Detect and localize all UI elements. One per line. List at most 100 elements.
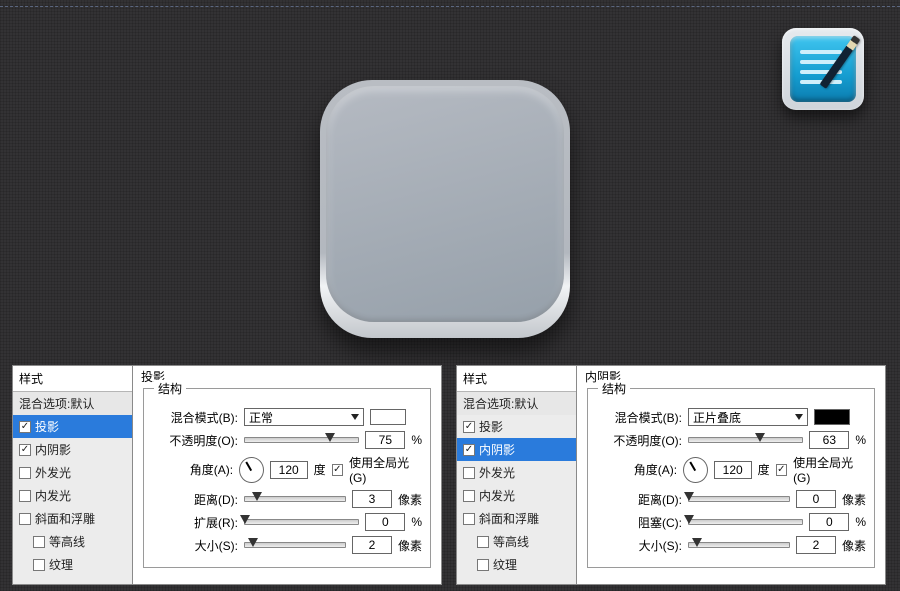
style-row-label: 斜面和浮雕 bbox=[479, 510, 539, 527]
icon-base-metal bbox=[320, 80, 570, 338]
style-row-drop-shadow[interactable]: 投影 bbox=[13, 415, 132, 438]
label-distance: 距离(D): bbox=[596, 491, 682, 508]
checkbox-bevel[interactable] bbox=[463, 513, 475, 525]
checkbox-drop-shadow[interactable] bbox=[463, 421, 475, 433]
styles-list: 样式混合选项:默认投影内阴影外发光内发光斜面和浮雕等高线纹理 bbox=[13, 366, 133, 584]
opacity-slider[interactable] bbox=[688, 437, 803, 443]
unit-degree: 度 bbox=[314, 461, 326, 478]
style-row-contour[interactable]: 等高线 bbox=[457, 530, 576, 553]
slider-thumb[interactable] bbox=[252, 492, 262, 501]
chevron-down-icon bbox=[795, 414, 803, 420]
row-blend-mode: 混合模式(B): 正片叠底 bbox=[596, 408, 866, 426]
distance-slider[interactable] bbox=[244, 496, 346, 502]
spread-input[interactable]: 0 bbox=[365, 513, 405, 531]
style-row-label: 外发光 bbox=[35, 464, 71, 481]
style-row-contour[interactable]: 等高线 bbox=[13, 530, 132, 553]
checkbox-inner-shadow[interactable] bbox=[463, 444, 475, 456]
slider-thumb[interactable] bbox=[325, 433, 335, 442]
global-light-label: 使用全局光(G) bbox=[349, 454, 422, 485]
slider-thumb[interactable] bbox=[684, 492, 694, 501]
style-row-label: 内阴影 bbox=[479, 441, 515, 458]
spread-slider[interactable] bbox=[688, 519, 803, 525]
unit-degree: 度 bbox=[758, 461, 770, 478]
distance-input[interactable]: 0 bbox=[796, 490, 836, 508]
opacity-input[interactable]: 75 bbox=[365, 431, 405, 449]
slider-thumb[interactable] bbox=[248, 538, 258, 547]
opacity-slider[interactable] bbox=[244, 437, 359, 443]
slider-thumb[interactable] bbox=[240, 515, 250, 524]
row-angle: 角度(A):120度使用全局光(G) bbox=[596, 454, 866, 485]
blend-mode-select[interactable]: 正片叠底 bbox=[688, 408, 808, 426]
style-row-outer-glow[interactable]: 外发光 bbox=[457, 461, 576, 484]
style-row-label: 斜面和浮雕 bbox=[35, 510, 95, 527]
checkbox-contour[interactable] bbox=[33, 536, 45, 548]
checkbox-inner-glow[interactable] bbox=[463, 490, 475, 502]
size-slider[interactable] bbox=[688, 542, 790, 548]
checkbox-drop-shadow[interactable] bbox=[19, 421, 31, 433]
checkbox-inner-shadow[interactable] bbox=[19, 444, 31, 456]
style-row-bevel[interactable]: 斜面和浮雕 bbox=[457, 507, 576, 530]
size-input[interactable]: 2 bbox=[796, 536, 836, 554]
row-blend-mode: 混合模式(B):正常 bbox=[152, 408, 422, 426]
label-angle: 角度(A): bbox=[152, 461, 233, 478]
style-row-label: 等高线 bbox=[49, 533, 85, 550]
style-row-texture[interactable]: 纹理 bbox=[13, 553, 132, 576]
blend-mode-value: 正片叠底 bbox=[693, 409, 741, 426]
color-swatch[interactable] bbox=[370, 409, 406, 425]
size-input[interactable]: 2 bbox=[352, 536, 392, 554]
blending-label: 混合选项:默认 bbox=[463, 395, 538, 412]
checkbox-inner-glow[interactable] bbox=[19, 490, 31, 502]
label-size: 大小(S): bbox=[152, 537, 238, 554]
checkbox-outer-glow[interactable] bbox=[19, 467, 31, 479]
row-opacity: 不透明度(O):75% bbox=[152, 431, 422, 449]
checkbox-texture[interactable] bbox=[33, 559, 45, 571]
slider-thumb[interactable] bbox=[692, 538, 702, 547]
label-distance: 距离(D): bbox=[152, 491, 238, 508]
style-row-inner-glow[interactable]: 内发光 bbox=[457, 484, 576, 507]
label-opacity: 不透明度(O): bbox=[152, 432, 238, 449]
blending-options-row[interactable]: 混合选项:默认 bbox=[13, 392, 132, 415]
global-light-checkbox[interactable] bbox=[332, 464, 343, 476]
style-row-inner-glow[interactable]: 内发光 bbox=[13, 484, 132, 507]
styles-header: 样式 bbox=[457, 366, 576, 392]
checkbox-texture[interactable] bbox=[477, 559, 489, 571]
checkbox-contour[interactable] bbox=[477, 536, 489, 548]
angle-input[interactable]: 120 bbox=[270, 461, 308, 479]
layer-style-panel: 样式混合选项:默认投影内阴影外发光内发光斜面和浮雕等高线纹理内阴影结构混合模式(… bbox=[456, 365, 886, 585]
opacity-input[interactable]: 63 bbox=[809, 431, 849, 449]
size-slider[interactable] bbox=[244, 542, 346, 548]
global-light-checkbox[interactable] bbox=[776, 464, 787, 476]
unit-px: 像素 bbox=[398, 491, 422, 508]
row-distance: 距离(D): 3 像素 bbox=[152, 490, 422, 508]
style-row-texture[interactable]: 纹理 bbox=[457, 553, 576, 576]
style-row-inner-shadow[interactable]: 内阴影 bbox=[457, 438, 576, 461]
slider-thumb[interactable] bbox=[755, 433, 765, 442]
style-row-bevel[interactable]: 斜面和浮雕 bbox=[13, 507, 132, 530]
style-row-label: 内发光 bbox=[479, 487, 515, 504]
spread-slider[interactable] bbox=[244, 519, 359, 525]
blend-mode-select[interactable]: 正常 bbox=[244, 408, 364, 426]
spread-input[interactable]: 0 bbox=[809, 513, 849, 531]
row-size: 大小(S):2像素 bbox=[596, 536, 866, 554]
angle-dial[interactable] bbox=[239, 457, 264, 483]
label-spread: 扩展(R): bbox=[152, 514, 238, 531]
blending-options-row[interactable]: 混合选项:默认 bbox=[457, 392, 576, 415]
checkbox-bevel[interactable] bbox=[19, 513, 31, 525]
style-row-label: 内发光 bbox=[35, 487, 71, 504]
distance-slider[interactable] bbox=[688, 496, 790, 502]
color-swatch[interactable] bbox=[814, 409, 850, 425]
label-blend_mode: 混合模式(B): bbox=[596, 409, 682, 426]
slider-thumb[interactable] bbox=[684, 515, 694, 524]
checkbox-outer-glow[interactable] bbox=[463, 467, 475, 479]
row-angle: 角度(A): 120 度 使用全局光(G) bbox=[152, 454, 422, 485]
label-angle: 角度(A): bbox=[596, 461, 677, 478]
angle-dial[interactable] bbox=[683, 457, 708, 483]
style-row-label: 投影 bbox=[35, 418, 59, 435]
style-row-drop-shadow[interactable]: 投影 bbox=[457, 415, 576, 438]
style-row-label: 投影 bbox=[479, 418, 503, 435]
unit-px: 像素 bbox=[398, 537, 422, 554]
style-row-inner-shadow[interactable]: 内阴影 bbox=[13, 438, 132, 461]
distance-input[interactable]: 3 bbox=[352, 490, 392, 508]
style-row-outer-glow[interactable]: 外发光 bbox=[13, 461, 132, 484]
angle-input[interactable]: 120 bbox=[714, 461, 752, 479]
